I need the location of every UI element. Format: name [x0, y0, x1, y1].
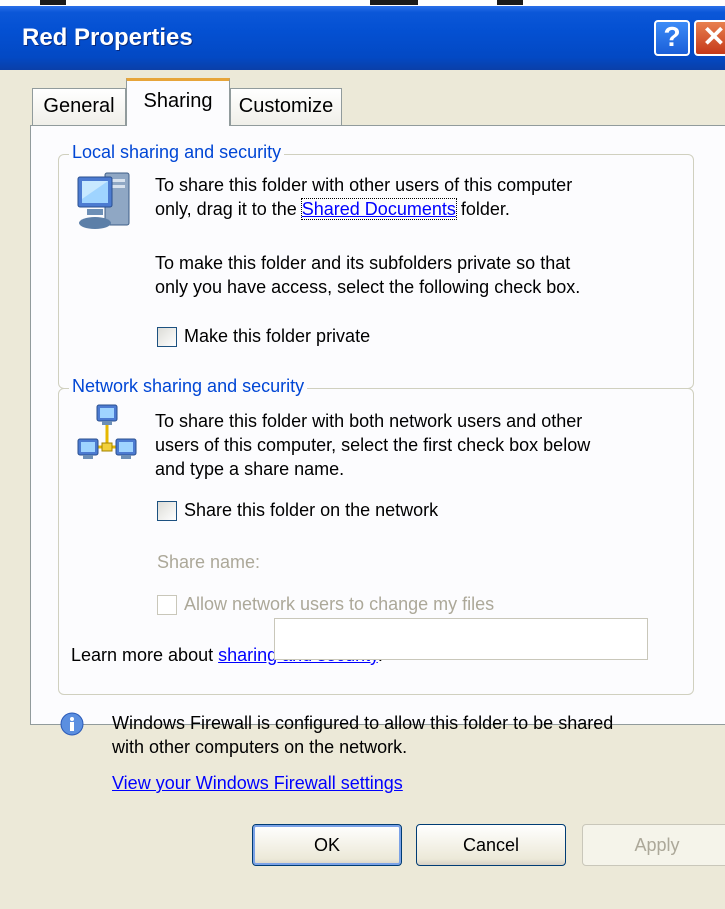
shared-documents-link[interactable]: Shared Documents	[300, 198, 457, 220]
network-text-line3: and type a share name.	[155, 459, 345, 479]
share-name-input[interactable]	[274, 618, 648, 660]
tab-customize[interactable]: Customize	[230, 88, 342, 125]
local-text-line1: To share this folder with other users of…	[155, 175, 573, 195]
properties-dialog: General Sharing Customize Local sharing …	[0, 70, 725, 909]
share-network-label[interactable]: Share this folder on the network	[184, 500, 438, 521]
tab-general[interactable]: General	[32, 88, 126, 125]
private-text-line1: To make this folder and its subfolders p…	[155, 253, 571, 273]
close-button[interactable]: ✕	[694, 20, 725, 56]
firewall-settings-link: View your Windows Firewall settings	[112, 771, 403, 795]
firewall-settings-link-text[interactable]: View your Windows Firewall settings	[112, 773, 403, 793]
info-icon	[60, 712, 84, 736]
allow-change-checkbox[interactable]	[157, 595, 177, 615]
strip-mark	[497, 0, 523, 5]
allow-change-label: Allow network users to change my files	[184, 594, 495, 614]
help-button[interactable]: ?	[654, 20, 690, 56]
local-sharing-legend: Local sharing and security	[69, 142, 285, 163]
local-text-line2-pre: only, drag it to the	[155, 199, 302, 219]
computer-icon	[77, 172, 130, 229]
cancel-button[interactable]: Cancel	[416, 824, 566, 866]
firewall-text-line1: Windows Firewall is configured to allow …	[112, 713, 614, 733]
learn-more-pre: Learn more about	[71, 645, 219, 665]
strip-mark	[40, 0, 66, 5]
firewall-text-line2: with other computers on the network.	[112, 737, 408, 757]
window-title: Red Properties	[22, 24, 193, 51]
local-text-line2: only, drag it to the Shared Documents fo…	[155, 197, 510, 221]
tab-sharing[interactable]: Sharing	[126, 78, 230, 126]
network-text-line1: To share this folder with both network u…	[155, 411, 583, 431]
share-name-label: Share name:	[157, 552, 261, 572]
title-bar[interactable]: Red Properties ? ✕	[0, 6, 725, 70]
local-text-line2-post: folder.	[455, 199, 510, 219]
strip-mark	[370, 0, 418, 5]
network-sharing-legend: Network sharing and security	[69, 376, 308, 397]
sharing-tab-page: Local sharing and security To share this…	[30, 125, 725, 793]
private-text-line2: only you have access, select the followi…	[155, 277, 581, 297]
make-private-label[interactable]: Make this folder private	[184, 326, 370, 347]
network-text-line2: users of this computer, select the first…	[155, 435, 591, 455]
ok-button[interactable]: OK	[252, 824, 402, 866]
make-private-checkbox[interactable]	[157, 327, 177, 347]
network-icon	[77, 404, 137, 459]
local-sharing-group: Local sharing and security To share this…	[58, 142, 694, 389]
apply-button[interactable]: Apply	[582, 824, 725, 866]
share-network-checkbox[interactable]	[157, 501, 177, 521]
